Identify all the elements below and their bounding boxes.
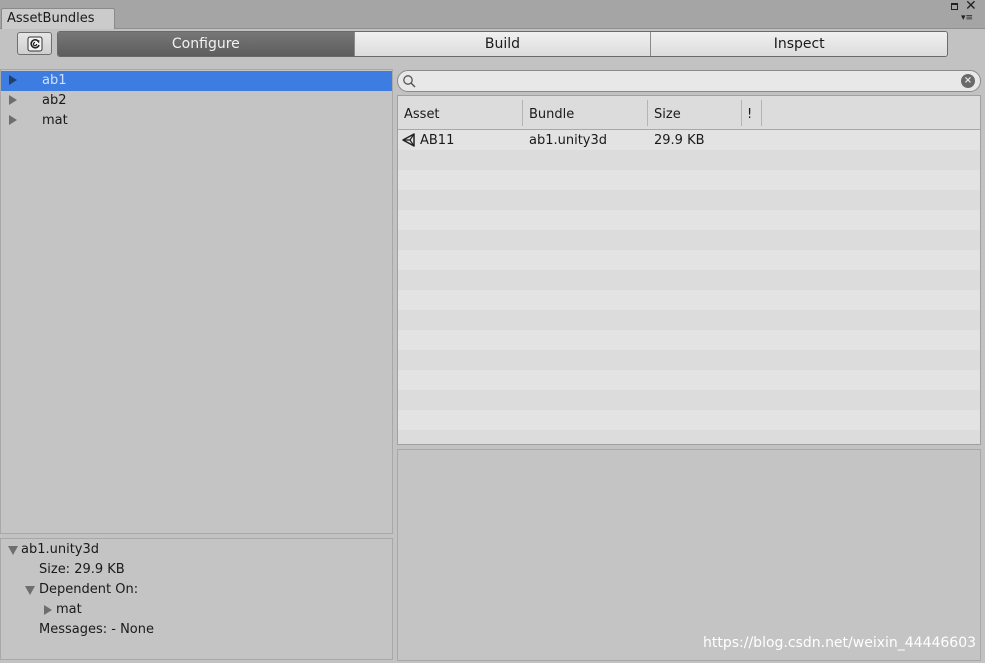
details-dependent-on-label: Dependent On: <box>39 582 139 597</box>
table-row[interactable]: AB11 ab1.unity3d 29.9 KB <box>398 130 980 150</box>
tree-item-ab2[interactable]: ab2 <box>1 91 392 111</box>
refresh-icon <box>27 36 42 51</box>
expand-arrow-icon[interactable] <box>9 75 17 85</box>
search-icon <box>403 75 416 88</box>
search-input[interactable] <box>420 73 960 89</box>
tree-item-label: ab1 <box>42 73 67 88</box>
table-empty-row <box>398 270 980 290</box>
collapse-arrow-icon[interactable] <box>25 586 35 595</box>
tree-item-label: ab2 <box>42 93 67 108</box>
window-menu-icon[interactable]: ▾≡ <box>961 13 973 23</box>
tab-build[interactable]: Build <box>353 32 651 56</box>
close-icon[interactable]: ✕ <box>965 0 977 14</box>
table-empty-row <box>398 250 980 270</box>
expand-arrow-icon[interactable] <box>9 115 17 125</box>
unity-icon <box>402 133 415 147</box>
table-body: AB11 ab1.unity3d 29.9 KB <box>398 130 980 444</box>
table-empty-row <box>398 430 980 444</box>
table-empty-row <box>398 350 980 370</box>
expand-arrow-icon[interactable] <box>44 605 52 615</box>
tree-item-mat[interactable]: mat <box>1 111 392 131</box>
table-empty-row <box>398 370 980 390</box>
search-clear-icon[interactable]: × <box>961 74 975 88</box>
window-tab-assetbundles[interactable]: AssetBundles <box>1 8 115 29</box>
table-empty-row <box>398 290 980 310</box>
column-divider[interactable] <box>522 100 523 126</box>
column-header-warning[interactable]: ! <box>747 107 752 122</box>
column-header-size[interactable]: Size <box>654 107 681 122</box>
watermark-text: https://blog.csdn.net/weixin_44446603 <box>703 635 977 651</box>
table-empty-row <box>398 150 980 170</box>
column-divider[interactable] <box>761 100 762 126</box>
tab-inspect[interactable]: Inspect <box>650 32 947 56</box>
details-bundle-name: ab1.unity3d <box>21 542 100 557</box>
tree-item-ab1[interactable]: ab1 <box>1 71 392 91</box>
tab-configure[interactable]: Configure <box>58 32 354 56</box>
asset-table: Asset Bundle Size ! AB11 ab1.unity3d 29.… <box>397 95 981 445</box>
collapse-arrow-icon[interactable] <box>8 546 18 555</box>
mode-tab-group: Configure Build Inspect <box>57 31 948 57</box>
column-header-asset[interactable]: Asset <box>404 107 440 122</box>
cell-size: 29.9 KB <box>654 133 705 148</box>
table-empty-row <box>398 390 980 410</box>
details-dependency-item[interactable]: mat <box>56 602 82 617</box>
details-size: Size: 29.9 KB <box>39 562 125 577</box>
details-messages: Messages: - None <box>39 622 155 637</box>
cell-asset: AB11 <box>420 133 455 148</box>
table-empty-row <box>398 170 980 190</box>
tree-item-label: mat <box>42 113 68 128</box>
bundle-details-panel: ab1.unity3d Size: 29.9 KB Dependent On: … <box>0 538 393 660</box>
refresh-button[interactable] <box>17 32 52 55</box>
asset-preview-panel <box>397 449 981 661</box>
expand-arrow-icon[interactable] <box>9 95 17 105</box>
table-empty-row <box>398 190 980 210</box>
maximize-icon[interactable] <box>951 3 958 10</box>
column-divider[interactable] <box>741 100 742 126</box>
table-empty-row <box>398 330 980 350</box>
column-divider[interactable] <box>647 100 648 126</box>
table-empty-row <box>398 210 980 230</box>
cell-bundle: ab1.unity3d <box>529 133 608 148</box>
table-empty-row <box>398 410 980 430</box>
column-header-bundle[interactable]: Bundle <box>529 107 574 122</box>
table-empty-row <box>398 230 980 250</box>
bundle-tree-panel: ab1 ab2 mat <box>0 69 393 534</box>
window-tab-bar <box>0 0 985 29</box>
table-empty-row <box>398 310 980 330</box>
search-field: × <box>397 70 981 92</box>
table-header: Asset Bundle Size ! <box>398 96 980 130</box>
